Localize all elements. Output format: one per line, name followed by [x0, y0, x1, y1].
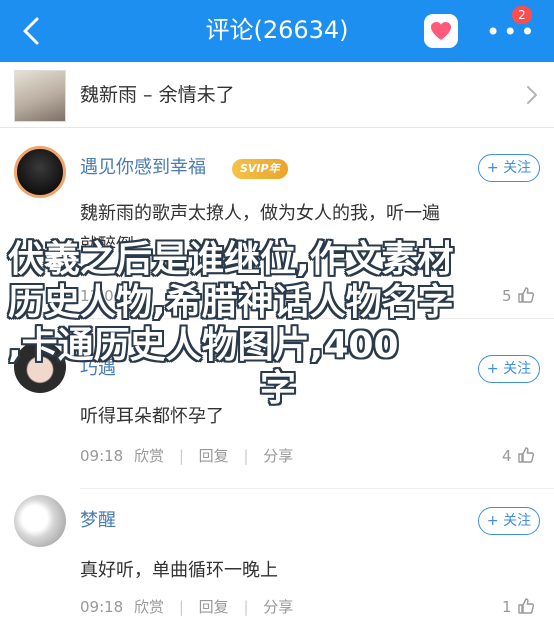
comment-time: 09:18 — [80, 447, 124, 465]
chevron-right-icon — [527, 86, 537, 104]
comment-meta: 09:18 欣赏 | 回复 | 分享 — [80, 597, 293, 617]
separator: | — [178, 598, 184, 616]
thumbs-up-icon[interactable] — [516, 445, 536, 465]
comment-item: 梦醒 + 关注 真好听，单曲循环一晚上 09:18 欣赏 | 回复 | 分享 1 — [0, 489, 554, 635]
reply-button[interactable]: 回复 — [199, 446, 229, 466]
appreciate-link[interactable]: 欣赏 — [134, 446, 164, 466]
separator: | — [243, 598, 249, 616]
song-info-row[interactable]: 魏新雨 – 余情未了 — [0, 62, 554, 128]
separator: | — [178, 447, 184, 465]
overlay-line: 字 — [260, 368, 297, 409]
overlay-line: ,卡通历史人物图片,400 — [8, 325, 399, 366]
heart-chat-icon — [431, 22, 451, 40]
comment-text-line: 魏新雨的歌声太撩人，做为女人的我，听一遍 — [80, 203, 440, 224]
avatar[interactable] — [14, 495, 66, 547]
share-button[interactable]: 分享 — [263, 597, 293, 617]
overlay-line: 伏羲之后是谁继位,作文素材 — [8, 239, 454, 280]
follow-button[interactable]: + 关注 — [478, 507, 540, 535]
follow-button[interactable]: + 关注 — [478, 154, 540, 182]
favorite-button[interactable] — [424, 14, 458, 48]
separator: | — [243, 447, 249, 465]
page-title: 评论(26634) — [205, 16, 349, 44]
comment-time: 09:18 — [80, 598, 124, 616]
comment-username[interactable]: 遇见你感到幸福 — [80, 156, 206, 180]
overlay-line: 历史人物,希腊神话人物名字 — [8, 282, 454, 323]
overlay-headline: 伏羲之后是谁继位,作文素材 历史人物,希腊神话人物名字 ,卡通历史人物图片,40… — [8, 238, 548, 410]
song-title: 魏新雨 – 余情未了 — [80, 84, 235, 106]
comment-meta: 09:18 欣赏 | 回复 | 分享 — [80, 446, 293, 466]
like-count[interactable]: 4 — [502, 446, 512, 466]
more-dots-icon: ••• — [486, 18, 538, 46]
avatar[interactable] — [14, 146, 66, 198]
reply-button[interactable]: 回复 — [199, 597, 229, 617]
thumbs-up-icon[interactable] — [516, 596, 536, 616]
svip-badge: SVIP年 — [232, 159, 288, 179]
appreciate-link[interactable]: 欣赏 — [134, 597, 164, 617]
song-cover-image — [14, 70, 66, 122]
comment-username[interactable]: 梦醒 — [80, 509, 116, 533]
comment-text: 真好听，单曲循环一晚上 — [80, 560, 278, 581]
top-bar: 评论(26634) ••• 2 — [0, 0, 554, 62]
notification-badge: 2 — [512, 6, 532, 24]
like-count[interactable]: 1 — [502, 597, 512, 617]
share-button[interactable]: 分享 — [263, 446, 293, 466]
